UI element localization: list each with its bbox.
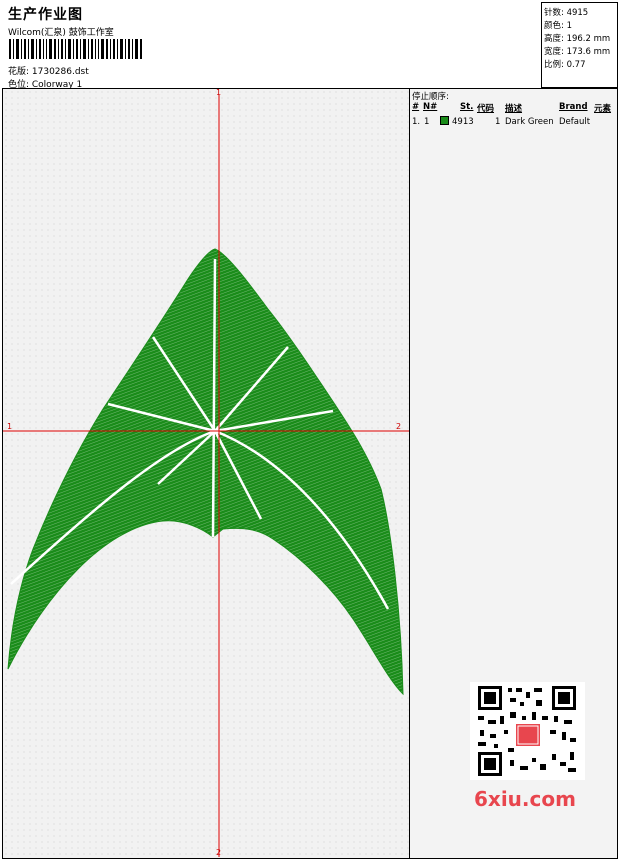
- row-index: 1.: [412, 117, 421, 127]
- page-title: 生产作业图: [8, 7, 83, 23]
- axis-label-bottom: 2: [216, 848, 222, 857]
- stop-sequence-title: 停止顺序:: [412, 92, 449, 102]
- row-brand: Default: [559, 117, 591, 127]
- col-header-code: 代码: [477, 104, 495, 114]
- col-header-index: #: [412, 102, 420, 112]
- leaf-shape: [7, 248, 404, 696]
- row-stitches: 4913: [452, 117, 474, 127]
- color-swatch: [440, 116, 449, 125]
- col-header-stitches: St.: [460, 102, 474, 112]
- watermark-logo: 6xiu.com: [474, 787, 576, 811]
- axis-label-top: 1: [216, 88, 222, 97]
- design-width: 宽度: 173.6 mm: [544, 47, 611, 57]
- embroidery-design: [3, 95, 409, 857]
- design-file-label: 花版: 1730286.dst: [8, 67, 89, 77]
- barcode-icon: [9, 39, 142, 59]
- design-height: 高度: 196.2 mm: [544, 34, 611, 44]
- design-scale: 比例: 0.77: [544, 60, 586, 70]
- row-code: 1: [495, 117, 501, 127]
- qr-code-icon: [470, 682, 585, 780]
- axis-label-right: 2: [396, 422, 402, 431]
- col-header-needle: N#: [423, 102, 438, 112]
- studio-name: Wilcom(汇泉) 鼓饰工作室: [8, 28, 114, 38]
- col-header-brand: Brand: [559, 102, 588, 112]
- col-header-element: 元素: [594, 104, 612, 114]
- header-panel: 生产作业图 Wilcom(汇泉) 鼓饰工作室 花版: 1730286.dst 色…: [2, 2, 542, 90]
- stats-panel: 针数: 4915 颜色: 1 高度: 196.2 mm 宽度: 173.6 mm…: [541, 2, 618, 88]
- row-needle: 1: [424, 117, 430, 127]
- color-count: 颜色: 1: [544, 21, 572, 31]
- stitch-count: 针数: 4915: [544, 8, 589, 18]
- design-canvas: 1 1 2 2: [2, 88, 410, 859]
- axis-label-left: 1: [7, 422, 13, 431]
- col-header-description: 描述: [505, 104, 523, 114]
- row-description: Dark Green: [505, 117, 554, 127]
